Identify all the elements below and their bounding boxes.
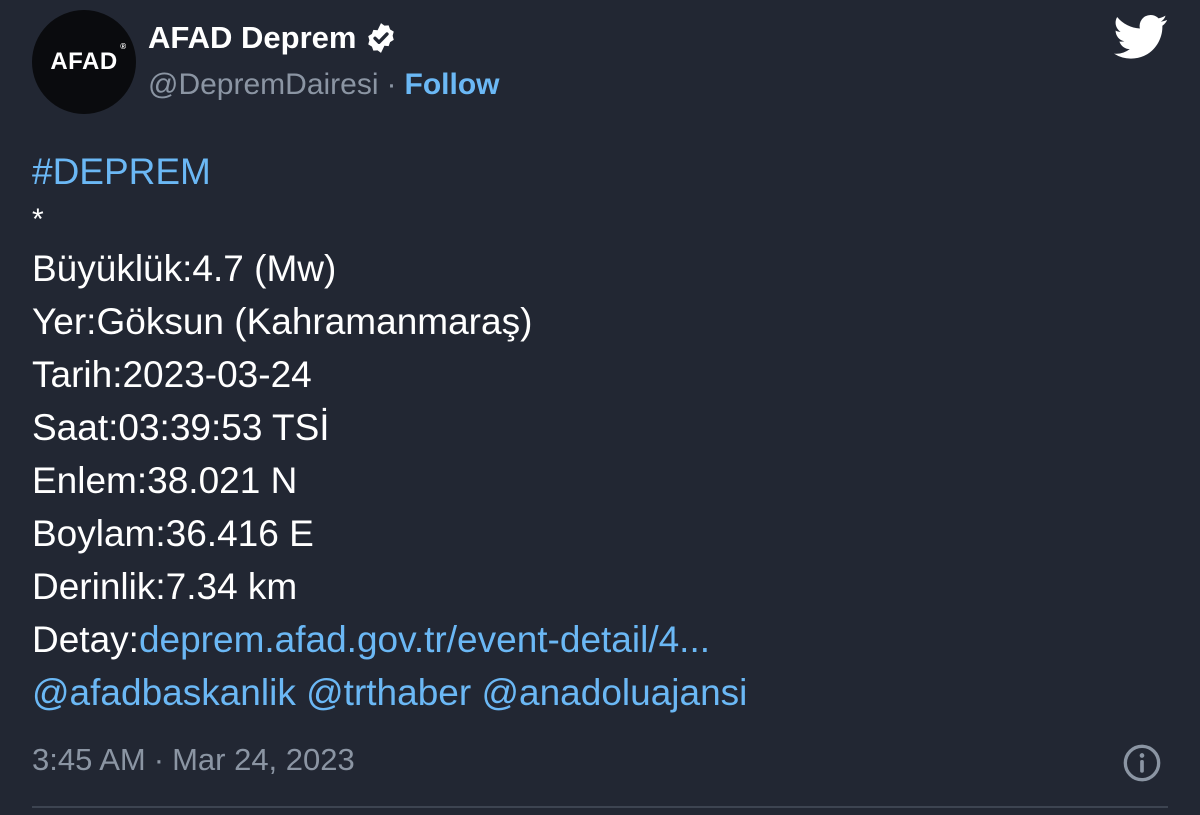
mentions-line: @afadbaskanlik @trthaber @anadoluajansi xyxy=(32,666,747,719)
date-line: Tarih:2023-03-24 xyxy=(32,354,312,395)
detail-line: Detay:deprem.afad.gov.tr/event-detail/4.… xyxy=(32,613,747,666)
time-line: Saat:03:39:53 TSİ xyxy=(32,407,330,448)
depth-line: Derinlik:7.34 km xyxy=(32,566,298,607)
detail-link[interactable]: deprem.afad.gov.tr/event-detail/4... xyxy=(139,619,710,660)
registered-mark: ® xyxy=(120,42,127,51)
follow-button[interactable]: Follow xyxy=(405,68,500,102)
mention-trthaber[interactable]: @trthaber xyxy=(306,672,471,713)
author-name-row: AFAD Deprem xyxy=(148,20,398,56)
separator-star: * xyxy=(32,203,44,236)
avatar[interactable]: AFAD ® xyxy=(32,10,136,114)
timestamp-separator: · xyxy=(153,742,165,777)
info-icon[interactable] xyxy=(1122,743,1162,783)
hashtag-link[interactable]: #DEPREM xyxy=(32,145,747,198)
display-name[interactable]: AFAD Deprem xyxy=(148,20,356,56)
mention-anadoluajansi[interactable]: @anadoluajansi xyxy=(481,672,747,713)
longitude-line: Boylam:36.416 E xyxy=(32,513,314,554)
twitter-bird-icon[interactable] xyxy=(1114,14,1168,60)
magnitude-line: Büyüklük:4.7 (Mw) xyxy=(32,248,337,289)
mention-afadbaskanlik[interactable]: @afadbaskanlik xyxy=(32,672,296,713)
tweet-text: #DEPREM * Büyüklük:4.7 (Mw) Yer:Göksun (… xyxy=(32,145,747,719)
verified-badge-icon xyxy=(368,23,395,53)
timestamp-date: Mar 24, 2023 xyxy=(172,742,355,777)
timestamp-time: 3:45 AM xyxy=(32,742,146,777)
avatar-logo-label: AFAD xyxy=(50,48,118,75)
location-line: Yer:Göksun (Kahramanmaraş) xyxy=(32,301,533,342)
tweet-timestamp[interactable]: 3:45 AM · Mar 24, 2023 xyxy=(32,742,355,778)
handle[interactable]: @DepremDairesi xyxy=(148,68,379,102)
tweet-card: AFAD ® AFAD Deprem @DepremDairesi · Follo… xyxy=(0,0,1200,815)
detail-label: Detay: xyxy=(32,619,139,660)
handle-row: @DepremDairesi · Follow xyxy=(148,68,500,102)
handle-separator: · xyxy=(386,68,397,101)
avatar-logo-text: AFAD ® xyxy=(50,42,126,76)
latitude-line: Enlem:38.021 N xyxy=(32,460,298,501)
divider xyxy=(32,806,1168,808)
